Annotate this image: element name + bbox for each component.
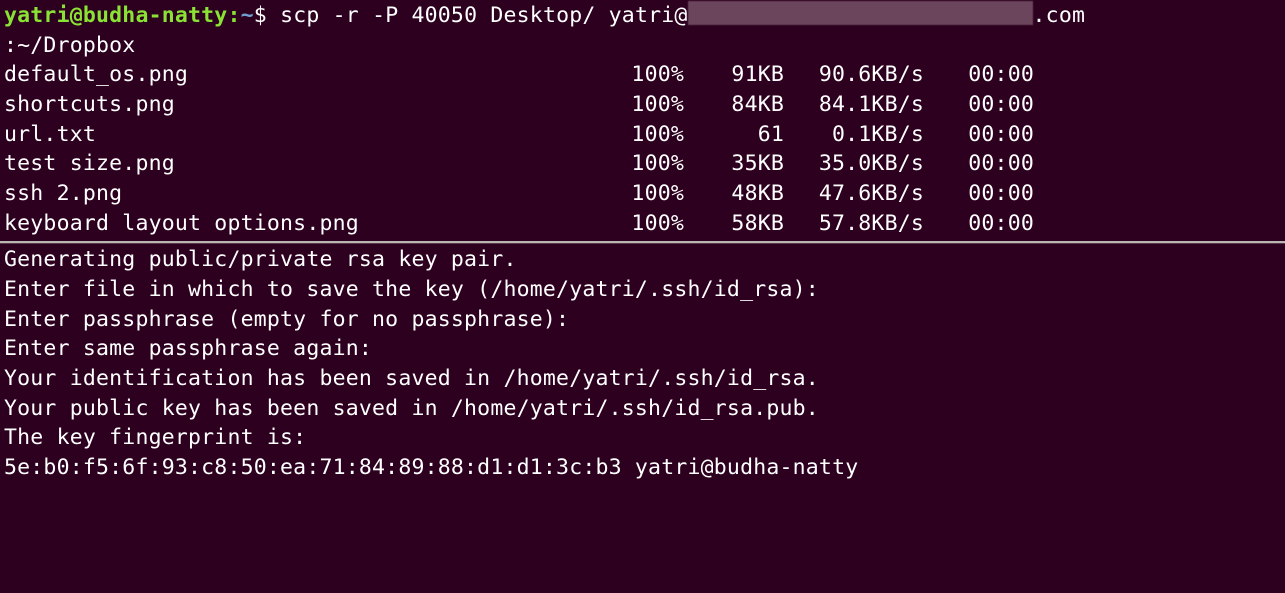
output-line: Generating public/private rsa key pair. <box>4 245 1281 275</box>
transfer-row: ssh 2.png100%48KB47.6KB/s00:00 <box>4 179 1281 209</box>
transfer-eta: 00:00 <box>924 120 1034 150</box>
transfer-row: keyboard layout options.png100%58KB57.8K… <box>4 209 1281 239</box>
output-line: 5e:b0:f5:6f:93:c8:50:ea:71:84:89:88:d1:d… <box>4 453 1281 483</box>
transfer-percent: 100% <box>604 120 684 150</box>
terminal-pane-bottom[interactable]: Generating public/private rsa key pair.E… <box>0 244 1285 485</box>
prompt-cwd: ~ <box>241 1 254 31</box>
transfer-rate: 57.8KB/s <box>784 209 924 239</box>
output-line: Enter file in which to save the key (/ho… <box>4 275 1281 305</box>
command-suffix: .com <box>1033 1 1086 31</box>
transfer-percent: 100% <box>604 90 684 120</box>
transfer-eta: 00:00 <box>924 90 1034 120</box>
transfer-size: 35KB <box>684 149 784 179</box>
transfer-size: 84KB <box>684 90 784 120</box>
output-line: Enter same passphrase again: <box>4 334 1281 364</box>
redacted-hostname <box>688 1 1033 25</box>
transfer-file-name: keyboard layout options.png <box>4 209 604 239</box>
transfer-percent: 100% <box>604 149 684 179</box>
transfer-rate: 90.6KB/s <box>784 60 924 90</box>
transfer-rate: 47.6KB/s <box>784 179 924 209</box>
transfer-size: 48KB <box>684 179 784 209</box>
transfer-size: 58KB <box>684 209 784 239</box>
output-line: Your public key has been saved in /home/… <box>4 394 1281 424</box>
transfer-file-name: default_os.png <box>4 60 604 90</box>
transfer-row: url.txt100%610.1KB/s00:00 <box>4 120 1281 150</box>
output-line: Enter passphrase (empty for no passphras… <box>4 305 1281 335</box>
terminal-screenshot: yatri@budha-natty:~$ scp -r -P 40050 Des… <box>0 0 1285 593</box>
prompt-line: yatri@budha-natty:~$ scp -r -P 40050 Des… <box>4 1 1281 31</box>
transfer-eta: 00:00 <box>924 209 1034 239</box>
transfer-percent: 100% <box>604 179 684 209</box>
transfer-file-name: ssh 2.png <box>4 179 604 209</box>
transfer-eta: 00:00 <box>924 60 1034 90</box>
output-line: The key fingerprint is: <box>4 423 1281 453</box>
transfer-percent: 100% <box>604 209 684 239</box>
command-text: scp -r -P 40050 Desktop/ yatri@ <box>280 1 687 31</box>
scp-transfer-list: default_os.png100%91KB90.6KB/s00:00short… <box>4 60 1281 238</box>
transfer-row: shortcuts.png100%84KB84.1KB/s00:00 <box>4 90 1281 120</box>
ssh-keygen-output: Generating public/private rsa key pair.E… <box>4 245 1281 482</box>
transfer-eta: 00:00 <box>924 179 1034 209</box>
command-continuation: :~/Dropbox <box>4 31 1281 61</box>
transfer-rate: 0.1KB/s <box>784 120 924 150</box>
transfer-rate: 84.1KB/s <box>784 90 924 120</box>
transfer-eta: 00:00 <box>924 149 1034 179</box>
transfer-file-name: test size.png <box>4 149 604 179</box>
transfer-size: 61 <box>684 120 784 150</box>
transfer-row: test size.png100%35KB35.0KB/s00:00 <box>4 149 1281 179</box>
transfer-size: 91KB <box>684 60 784 90</box>
transfer-file-name: url.txt <box>4 120 604 150</box>
transfer-row: default_os.png100%91KB90.6KB/s00:00 <box>4 60 1281 90</box>
prompt-user-host: yatri@budha-natty <box>4 1 227 31</box>
prompt-dollar: $ <box>254 1 280 31</box>
transfer-file-name: shortcuts.png <box>4 90 604 120</box>
transfer-percent: 100% <box>604 60 684 90</box>
transfer-rate: 35.0KB/s <box>784 149 924 179</box>
prompt-colon: : <box>227 1 240 31</box>
terminal-pane-top[interactable]: yatri@budha-natty:~$ scp -r -P 40050 Des… <box>0 0 1285 241</box>
output-line: Your identification has been saved in /h… <box>4 364 1281 394</box>
